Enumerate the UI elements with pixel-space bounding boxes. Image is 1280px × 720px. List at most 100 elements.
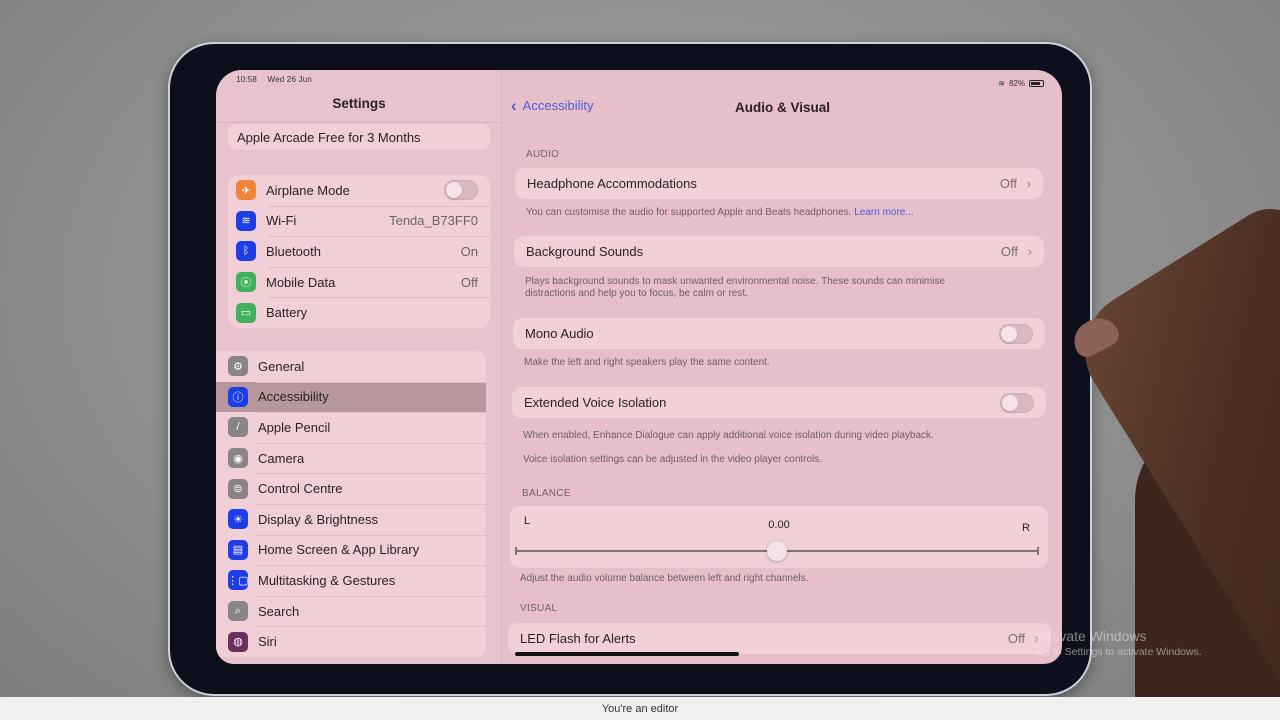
section-header-visual: VISUAL — [520, 603, 558, 614]
status-bar-left: 10:58 Wed 26 Jun — [236, 75, 320, 84]
slider-max-cap — [1037, 547, 1039, 555]
antenna-icon: ⦿ — [236, 272, 256, 293]
switches-icon: ⊜ — [228, 478, 248, 499]
battery-icon — [1029, 80, 1044, 87]
status-bar-right: ≋ 82% — [998, 79, 1044, 88]
sidebar-item-label: Display & Brightness — [258, 511, 378, 527]
sidebar-item-home-screen-app-library[interactable]: ▤ Home Screen & App Library — [216, 534, 486, 566]
bluetooth-icon: ᛒ — [236, 241, 256, 262]
section-header-audio: AUDIO — [526, 149, 560, 160]
sidebar-item-value: Off — [460, 274, 478, 290]
section-header-balance: BALANCE — [522, 488, 571, 499]
sidebar-item-search[interactable]: ⌕ Search — [216, 595, 486, 627]
footnote-text: You can customise the audio for supporte… — [526, 207, 852, 218]
sidebar-item-mobile-data[interactable]: ⦿ Mobile Data Off — [228, 266, 490, 298]
ipad-screen: 10:58 Wed 26 Jun Settings Apple Arcade F… — [216, 70, 1062, 664]
activate-windows-watermark: Activate Windows Go to Settings to activ… — [1036, 628, 1202, 658]
status-time: 10:58 — [236, 75, 258, 84]
headphone-footnote: You can customise the audio for supporte… — [526, 207, 914, 219]
sidebar-item-label: Accessibility — [258, 389, 329, 405]
sidebar-item-siri[interactable]: ◍ Siri — [216, 626, 486, 657]
row-value: Off — [1000, 244, 1018, 259]
led-flash-row[interactable]: LED Flash for Alerts Off › — [508, 623, 1051, 654]
row-label: LED Flash for Alerts — [520, 631, 636, 646]
background-sounds-row[interactable]: Background Sounds Off › — [514, 236, 1044, 267]
page-title: Audio & Visual — [734, 100, 830, 115]
extended-voice-isolation-row: Extended Voice Isolation — [512, 387, 1046, 418]
sidebar-item-label: Control Centre — [258, 481, 343, 497]
voice-isolation-toggle[interactable] — [1000, 392, 1034, 413]
sidebar-item-battery[interactable]: ▭ Battery — [228, 297, 490, 328]
balance-cell: L 0.00 R — [510, 506, 1048, 568]
general-group: ⚙ General ⓘ Accessibility / Apple Pencil ◉ Came… — [216, 351, 486, 657]
mono-audio-row: Mono Audio — [513, 318, 1045, 349]
sidebar-item-accessibility[interactable]: ⓘ Accessibility — [216, 381, 486, 413]
balance-slider[interactable] — [515, 541, 1039, 561]
battery-icon: ▭ — [236, 302, 256, 323]
row-label: Background Sounds — [526, 244, 644, 259]
sidebar-item-label: Siri — [258, 634, 277, 650]
sidebar-item-airplane-mode[interactable]: ✈ Airplane Mode — [228, 175, 490, 206]
slider-thumb[interactable] — [767, 541, 787, 561]
sidebar-title: Settings — [332, 96, 386, 111]
apple-arcade-promo[interactable]: Apple Arcade Free for 3 Months — [228, 124, 490, 150]
search-icon: ⌕ — [228, 601, 248, 622]
background-sounds-footnote: Plays background sounds to mask unwanted… — [525, 276, 946, 299]
sidebar-item-control-centre[interactable]: ⊜ Control Centre — [216, 473, 486, 504]
home-screen-icon: ▤ — [228, 539, 248, 560]
audio-visual-pane: ≋ 82% ‹ Accessibility Audio & Visual AUD… — [503, 70, 1062, 664]
headphone-accommodations-row[interactable]: Headphone Accommodations Off › — [515, 168, 1043, 199]
camera-icon: ◉ — [228, 448, 248, 469]
sidebar-item-apple-pencil[interactable]: / Apple Pencil — [216, 412, 486, 443]
wifi-icon: ≋ — [236, 210, 256, 231]
sidebar-item-bluetooth[interactable]: ᛒ Bluetooth On — [228, 236, 490, 267]
balance-right-label: R — [1022, 522, 1030, 534]
battery-percent: 82% — [1008, 79, 1025, 88]
row-value: Off — [999, 176, 1017, 191]
pencil-icon: / — [228, 417, 248, 438]
sidebar-item-label: Multitasking & Gestures — [258, 572, 396, 588]
balance-value: 0.00 — [768, 519, 790, 531]
row-label: Extended Voice Isolation — [524, 395, 667, 410]
voice-isolation-footnote-2: Voice isolation settings can be adjusted… — [523, 454, 823, 465]
airplane-icon: ✈ — [236, 180, 256, 201]
row-label: Mono Audio — [525, 326, 594, 341]
sidebar-item-label: Airplane Mode — [266, 182, 350, 198]
gear-icon: ⚙ — [228, 356, 248, 377]
voice-isolation-footnote-1: When enabled, Enhance Dialogue can apply… — [523, 430, 934, 441]
watermark-title: Activate Windows — [1036, 628, 1147, 644]
sidebar-item-label: Bluetooth — [266, 243, 321, 259]
sun-icon: ☀ — [228, 509, 248, 530]
sidebar-item-label: Apple Pencil — [258, 419, 331, 435]
mono-audio-toggle[interactable] — [999, 323, 1033, 344]
mono-audio-footnote: Make the left and right speakers play th… — [524, 357, 770, 368]
status-date: Wed 26 Jun — [267, 75, 313, 84]
sidebar-item-multitasking-gestures[interactable]: ⋮▢ Multitasking & Gestures — [216, 565, 486, 596]
sidebar-item-label: Mobile Data — [266, 274, 336, 290]
multitasking-icon: ⋮▢ — [227, 570, 249, 591]
sidebar-item-wi-fi[interactable]: ≋ Wi-Fi Tenda_B73FF0 — [228, 205, 490, 237]
watermark-subtitle: Go to Settings to activate Windows. — [1036, 646, 1202, 658]
divider — [216, 122, 501, 123]
editor-status-bar: You're an editor — [0, 697, 1280, 720]
learn-more-link[interactable]: Learn more... — [854, 207, 913, 218]
sidebar-item-camera[interactable]: ◉ Camera — [216, 442, 486, 474]
accessibility-icon: ⓘ — [228, 386, 248, 407]
row-label: Headphone Accommodations — [527, 176, 697, 191]
airplane-mode-toggle[interactable] — [444, 180, 478, 201]
sidebar-item-label: Search — [258, 603, 300, 619]
wifi-icon: ≋ — [998, 79, 1005, 88]
settings-sidebar: 10:58 Wed 26 Jun Settings Apple Arcade F… — [216, 70, 502, 664]
home-indicator — [515, 652, 739, 656]
connectivity-group: ✈ Airplane Mode ≋ Wi-Fi Tenda_B73FF0 ᛒ Bluetoo… — [228, 175, 490, 328]
balance-footnote: Adjust the audio volume balance between … — [520, 573, 809, 584]
sidebar-item-label: Home Screen & App Library — [258, 542, 420, 558]
editor-status-text: You're an editor — [601, 702, 679, 715]
sidebar-item-label: Wi-Fi — [266, 213, 297, 229]
sidebar-item-value: On — [460, 243, 478, 259]
sidebar-item-label: General — [258, 358, 305, 374]
sidebar-item-display-brightness[interactable]: ☀ Display & Brightness — [216, 503, 486, 535]
sidebar-item-label: Camera — [258, 450, 305, 466]
sidebar-item-general[interactable]: ⚙ General — [216, 351, 486, 382]
slider-min-cap — [515, 547, 517, 555]
